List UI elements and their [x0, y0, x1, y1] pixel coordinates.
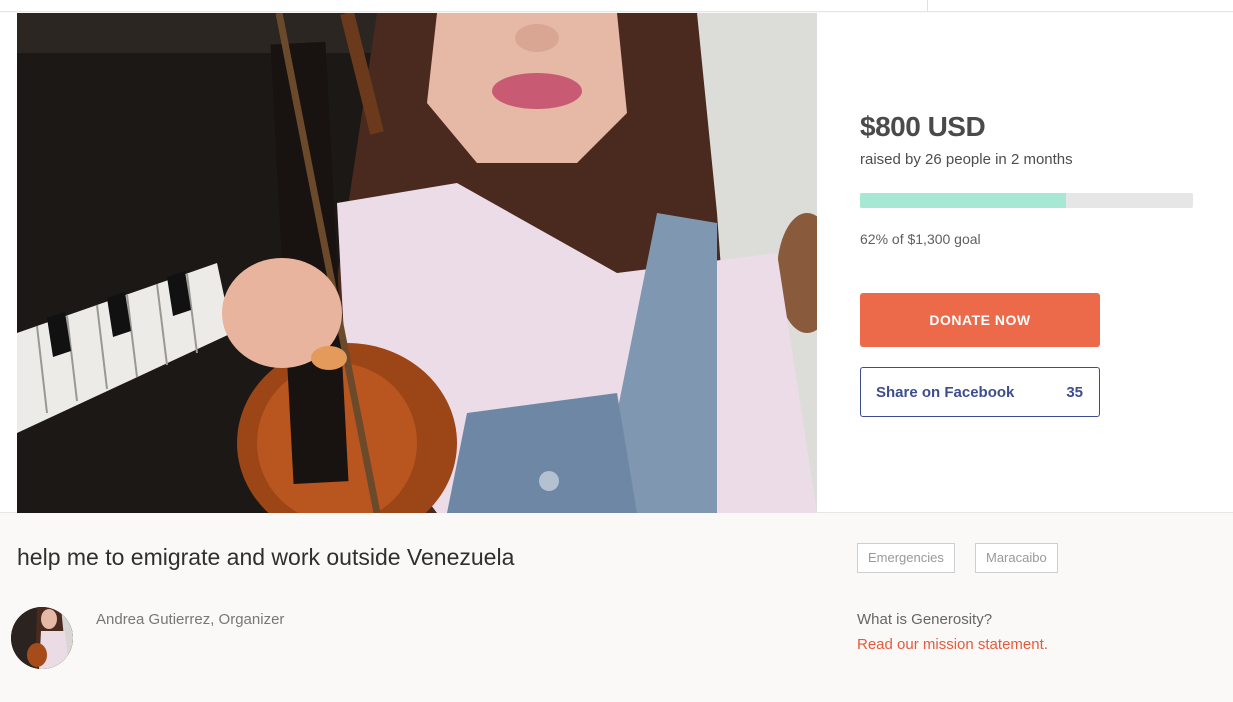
organizer-name: Andrea Gutierrez, Organizer	[96, 611, 285, 628]
donate-now-button[interactable]: DONATE NOW	[860, 293, 1100, 347]
campaign-photo[interactable]	[17, 13, 817, 513]
donation-panel: $800 USD raised by 26 people in 2 months…	[860, 13, 1200, 513]
campaign-title: help me to emigrate and work outside Ven…	[17, 544, 515, 570]
generosity-question: What is Generosity?	[857, 611, 993, 628]
share-facebook-label: Share on Facebook	[876, 384, 1015, 401]
mission-statement-link[interactable]: Read our mission statement.	[857, 636, 1048, 653]
tag-emergencies[interactable]: Emergencies	[857, 543, 955, 573]
goal-text: 62% of $1,300 goal	[860, 231, 981, 247]
top-bar	[0, 0, 1233, 12]
progress-bar-fill	[860, 193, 1067, 208]
campaign-hero: $800 USD raised by 26 people in 2 months…	[0, 13, 1233, 513]
share-facebook-button[interactable]: Share on Facebook 35	[860, 367, 1100, 417]
progress-bar	[860, 193, 1193, 208]
raised-summary: raised by 26 people in 2 months	[860, 151, 1073, 168]
amount-raised: $800 USD	[860, 111, 986, 142]
organizer-avatar[interactable]	[11, 607, 73, 669]
share-count: 35	[1066, 384, 1083, 401]
tag-maracaibo[interactable]: Maracaibo	[975, 543, 1058, 573]
organizer-avatar-image	[11, 607, 73, 669]
top-bar-divider	[927, 0, 928, 12]
campaign-photo-image	[17, 13, 817, 513]
